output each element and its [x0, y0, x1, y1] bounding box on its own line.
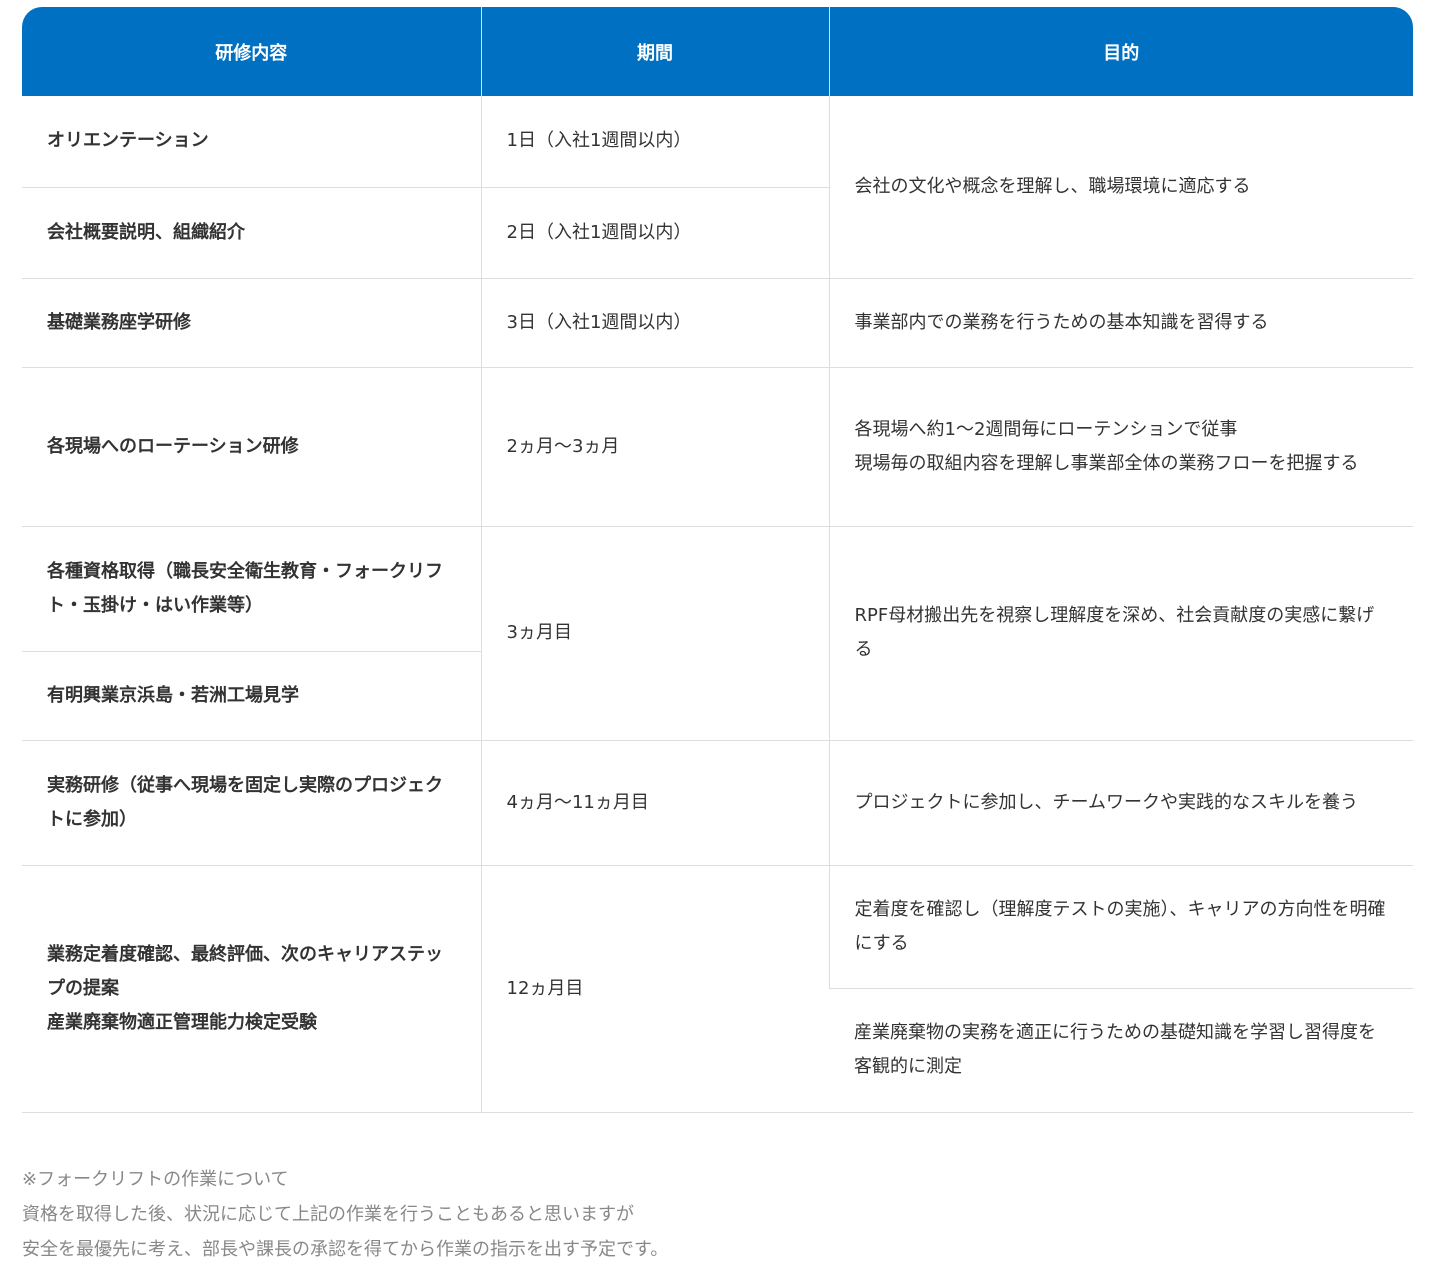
table-row: 実務研修（従事へ現場を固定し実際のプロジェクトに参加） 4ヵ月～11ヵ月目 プロ…	[22, 740, 1413, 866]
cell-purpose: 定着度を確認し（理解度テストの実施）、キャリアの方向性を明確にする	[828, 865, 1413, 989]
note-line: ※フォークリフトの作業について	[22, 1169, 289, 1190]
cell-period: 4ヵ月～11ヵ月目	[480, 740, 829, 866]
cell-purpose: 各現場へ約1～2週間毎にローテンションで従事 現場毎の取組内容を理解し事業部全体…	[828, 367, 1413, 527]
table-row: 各現場へのローテーション研修 2ヵ月～3ヵ月 各現場へ約1～2週間毎にローテンシ…	[22, 367, 1413, 527]
cell-content: オリエンテーション	[22, 96, 481, 188]
table-header: 研修内容 期間 目的	[22, 7, 1413, 96]
header-content: 研修内容	[22, 7, 481, 96]
training-table-container: 研修内容 期間 目的 オリエンテーション 1日（入社1週間以内） 会社の文化や概…	[22, 7, 1413, 1113]
cell-purpose: RPF母材搬出先を視察し理解度を深め、社会貢献度の実感に繋げる	[828, 526, 1413, 741]
training-table: 研修内容 期間 目的 オリエンテーション 1日（入社1週間以内） 会社の文化や概…	[22, 7, 1413, 1113]
cell-purpose: プロジェクトに参加し、チームワークや実践的なスキルを養う	[828, 740, 1413, 866]
cell-content: 基礎業務座学研修	[22, 278, 481, 368]
cell-content: 業務定着度確認、最終評価、次のキャリアステップの提案 産業廃棄物適正管理能力検定…	[22, 865, 481, 1113]
cell-content: 実務研修（従事へ現場を固定し実際のプロジェクトに参加）	[22, 740, 481, 866]
cell-period: 3日（入社1週間以内）	[480, 278, 829, 368]
cell-period: 1日（入社1週間以内）	[480, 96, 829, 188]
table-row: 業務定着度確認、最終評価、次のキャリアステップの提案 産業廃棄物適正管理能力検定…	[22, 865, 1413, 1113]
cell-period: 12ヵ月目	[480, 865, 829, 1113]
table-row: オリエンテーション 1日（入社1週間以内） 会社の文化や概念を理解し、職場環境に…	[22, 96, 1413, 279]
cell-purpose: 事業部内での業務を行うための基本知識を習得する	[828, 278, 1413, 368]
cell-purpose: 会社の文化や概念を理解し、職場環境に適応する	[828, 96, 1413, 279]
note-line: 資格を取得した後、状況に応じて上記の作業を行うこともあると思いますが	[22, 1204, 634, 1225]
cell-content: 各現場へのローテーション研修	[22, 367, 481, 527]
table-row: 各種資格取得（職長安全衛生教育・フォークリフト・玉掛け・はい作業等） 3ヵ月目 …	[22, 526, 1413, 741]
table-row: 基礎業務座学研修 3日（入社1週間以内） 事業部内での業務を行うための基本知識を…	[22, 278, 1413, 368]
cell-content: 各種資格取得（職長安全衛生教育・フォークリフト・玉掛け・はい作業等）	[22, 526, 481, 652]
cell-purpose: 産業廃棄物の実務を適正に行うための基礎知識を学習し習得度を客観的に測定	[829, 988, 1413, 1113]
header-period: 期間	[480, 7, 829, 96]
cell-content: 会社概要説明、組織紹介	[22, 187, 481, 279]
note-line: 安全を最優先に考え、部長や課長の承認を得てから作業の指示を出す予定です。	[22, 1239, 669, 1260]
header-purpose: 目的	[828, 7, 1413, 96]
cell-period: 2ヵ月～3ヵ月	[480, 367, 829, 527]
cell-content: 有明興業京浜島・若洲工場見学	[22, 651, 481, 741]
cell-period: 2日（入社1週間以内）	[480, 187, 829, 279]
cell-period: 3ヵ月目	[480, 526, 829, 741]
forklift-note: ※フォークリフトの作業について 資格を取得した後、状況に応じて上記の作業を行うこ…	[22, 1162, 668, 1267]
